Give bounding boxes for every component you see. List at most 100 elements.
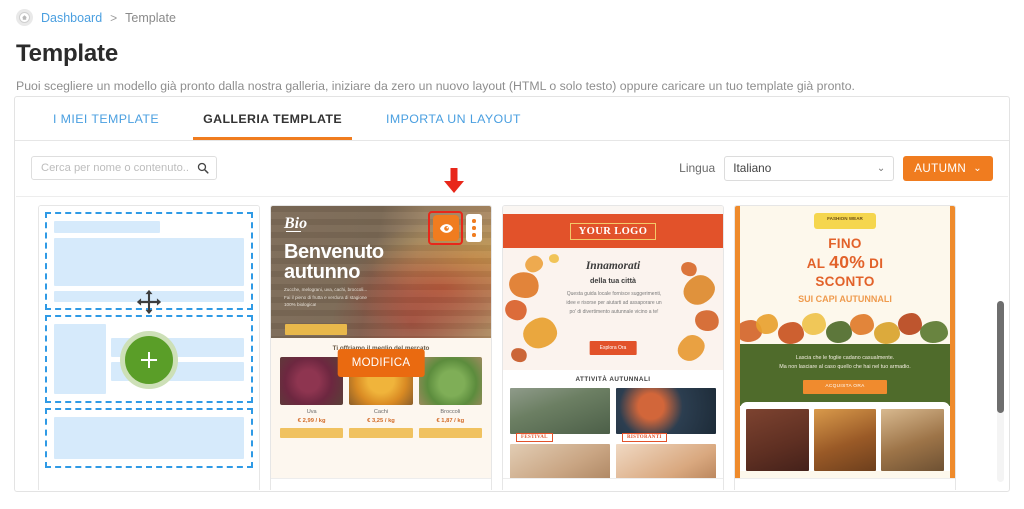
template-paragraph-line-1: Lascia che le foglie cadano casualmente. xyxy=(795,354,895,361)
language-select[interactable]: Italiano ⌄ xyxy=(724,155,895,181)
product-item: Broccoli € 1,87 / kg xyxy=(418,357,482,438)
template-thumbnail: YOUR LOGO Innamorati della tua città Que… xyxy=(503,206,723,478)
card-footer: Autunno - fruttivendolo xyxy=(271,478,491,490)
activity-tag: RISTORANTI xyxy=(622,433,667,442)
product-photo xyxy=(813,408,877,471)
template-headline: Benvenuto autunno xyxy=(284,241,384,284)
search-input[interactable] xyxy=(32,157,216,179)
category-filter-label: AUTUMN xyxy=(914,161,967,175)
template-card-sconto[interactable]: FASHION WEAR FINO AL 40% DI SCONTO SUI C… xyxy=(734,205,956,490)
leaf-decoration-icon xyxy=(503,295,531,325)
logo-bar: YOUR LOGO xyxy=(503,214,723,248)
template-card-blank-layout[interactable] xyxy=(38,205,260,490)
product-order-button xyxy=(418,428,482,438)
tab-bar: I MIEI TEMPLATE GALLERIA TEMPLATE IMPORT… xyxy=(15,97,1009,141)
product-order-button xyxy=(280,428,344,438)
chevron-down-icon: ⌄ xyxy=(973,162,982,174)
template-headline: Innamorati xyxy=(585,260,641,272)
chevron-down-icon: ⌄ xyxy=(876,162,886,174)
product-price: € 2,99 / kg xyxy=(297,418,326,424)
template-gallery: Bio Benvenuto autunno Zucche, melograni,… xyxy=(16,196,1008,490)
activity-row: FESTIVAL RISTORANTI xyxy=(510,388,716,442)
template-subheadline: SUI CAPI AUTUNNALI xyxy=(798,294,892,305)
template-thumbnail: Bio Benvenuto autunno Zucche, melograni,… xyxy=(271,206,491,478)
card-options-menu-button[interactable] xyxy=(466,214,482,242)
headline-line-1: FINO xyxy=(828,236,862,251)
template-card-eventi[interactable]: YOUR LOGO Innamorati della tua città Que… xyxy=(502,205,724,490)
template-logo: FASHION WEAR xyxy=(814,213,876,229)
gallery-scrollbar[interactable] xyxy=(997,301,1004,482)
template-headline: FINO AL 40% DI SCONTO xyxy=(740,236,950,290)
card-preview: FASHION WEAR FINO AL 40% DI SCONTO SUI C… xyxy=(735,206,955,478)
activity-item xyxy=(510,444,610,478)
home-circle-icon[interactable] xyxy=(16,9,33,26)
edit-template-button[interactable]: MODIFICA xyxy=(337,349,425,377)
tab-i-miei-template[interactable]: I MIEI TEMPLATE xyxy=(31,97,181,140)
headline-line-2-post: DI xyxy=(865,256,884,272)
layout-builder-preview xyxy=(39,206,259,478)
kebab-dot xyxy=(472,219,476,223)
eye-icon xyxy=(439,223,453,233)
breadcrumb-link-dashboard[interactable]: Dashboard xyxy=(41,11,102,25)
activity-row xyxy=(510,444,716,478)
gallery-toolbar: Lingua Italiano ⌄ AUTUMN ⌄ xyxy=(15,141,1009,195)
headline-percent: 40% xyxy=(829,252,866,273)
activity-image xyxy=(616,388,716,434)
product-image xyxy=(418,357,482,405)
preview-eye-button[interactable] xyxy=(433,215,459,241)
gallery-scrollbar-thumb[interactable] xyxy=(997,301,1004,413)
template-logo: YOUR LOGO xyxy=(569,222,657,240)
leaf-decoration-icon xyxy=(520,314,560,352)
card-footer: Autunno - sconto sui capi autu... xyxy=(735,478,955,490)
tab-importa-un-layout[interactable]: IMPORTA UN LAYOUT xyxy=(364,97,543,140)
product-photo xyxy=(881,408,945,471)
product-item: Uva € 2,99 / kg xyxy=(280,357,344,438)
card-preview: YOUR LOGO Innamorati della tua città Que… xyxy=(503,206,723,478)
headline-line-3: SCONTO xyxy=(815,273,875,289)
product-price: € 3,25 / kg xyxy=(367,418,395,424)
template-logo: Bio xyxy=(284,215,308,232)
product-photo xyxy=(746,408,809,471)
activity-image xyxy=(510,388,610,434)
leaf-decoration-icon xyxy=(672,330,710,366)
section-title: ATTIVITÀ AUTUNNALI xyxy=(575,376,651,383)
card-preview xyxy=(39,206,259,478)
product-order-button xyxy=(349,428,413,438)
kebab-dot xyxy=(472,226,476,230)
tab-galleria-template[interactable]: GALLERIA TEMPLATE xyxy=(181,97,364,140)
card-footer: Autunno - eventi xyxy=(503,478,723,490)
template-paragraph-line-2: Ma non lasciare al caso quello che hai n… xyxy=(779,364,911,371)
product-name: Broccoli xyxy=(440,409,461,415)
page-title: Template xyxy=(16,40,118,67)
product-name: Uva xyxy=(306,409,317,415)
product-name: Cachi xyxy=(373,409,389,415)
product-photos xyxy=(740,401,950,471)
leaf-decoration-icon xyxy=(692,307,722,334)
template-thumbnail: FASHION WEAR FINO AL 40% DI SCONTO SUI C… xyxy=(735,206,955,478)
category-filter-button[interactable]: AUTUMN ⌄ xyxy=(903,155,993,181)
template-subheadline: della tua città xyxy=(590,276,636,285)
template-panel: I MIEI TEMPLATE GALLERIA TEMPLATE IMPORT… xyxy=(14,96,1010,492)
language-selected-value: Italiano xyxy=(733,161,772,175)
template-card-fruttivendolo[interactable]: Bio Benvenuto autunno Zucche, melograni,… xyxy=(270,205,492,490)
template-cta-button xyxy=(285,324,347,335)
preheader-strip xyxy=(503,206,723,214)
template-cta-button: ACQUISTA ORA xyxy=(803,379,887,394)
search-icon[interactable] xyxy=(197,161,209,179)
activity-tag: FESTIVAL xyxy=(516,433,553,442)
template-card-list: Bio Benvenuto autunno Zucche, melograni,… xyxy=(16,197,1008,490)
template-gallery-page: Dashboard > Template Template Puoi scegl… xyxy=(0,0,1024,509)
search-field[interactable] xyxy=(31,156,217,180)
annotation-arrow-icon xyxy=(443,168,465,199)
template-paragraph: Questa guida locale fornisce suggeriment… xyxy=(566,291,662,315)
move-arrows-icon xyxy=(135,288,163,321)
template-cta-button: Esplora Ora xyxy=(589,341,637,355)
activity-item: FESTIVAL xyxy=(510,388,610,442)
activity-item xyxy=(616,444,716,478)
activities-section: ATTIVITÀ AUTUNNALI FESTIVAL RISTORANTI xyxy=(503,370,723,478)
kebab-dot xyxy=(472,233,476,237)
message-band: Lascia che le foglie cadano casualmente.… xyxy=(740,343,950,406)
card-preview: Bio Benvenuto autunno Zucche, melograni,… xyxy=(271,206,491,478)
activity-item: RISTORANTI xyxy=(616,388,716,442)
add-layout-button[interactable] xyxy=(120,331,178,389)
